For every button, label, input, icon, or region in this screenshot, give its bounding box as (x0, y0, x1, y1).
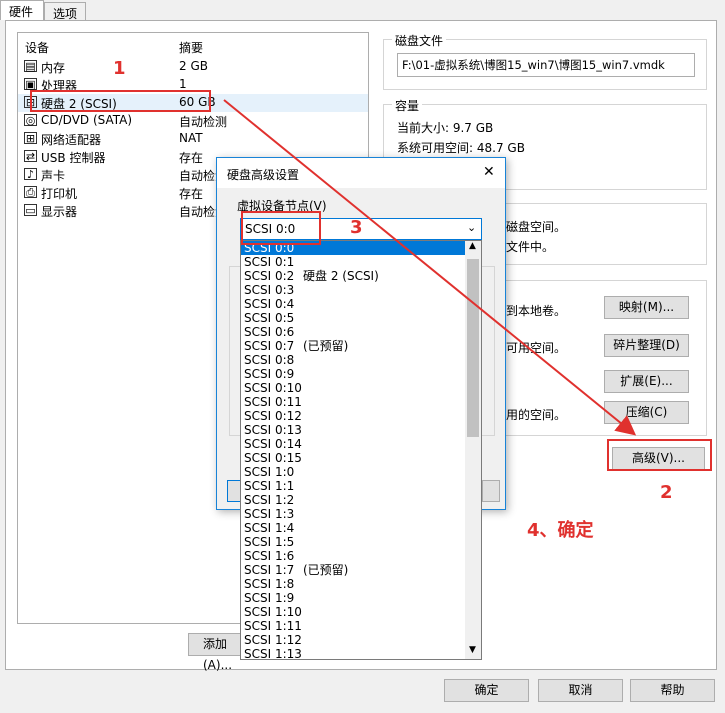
annotation-arrow (223, 99, 637, 436)
